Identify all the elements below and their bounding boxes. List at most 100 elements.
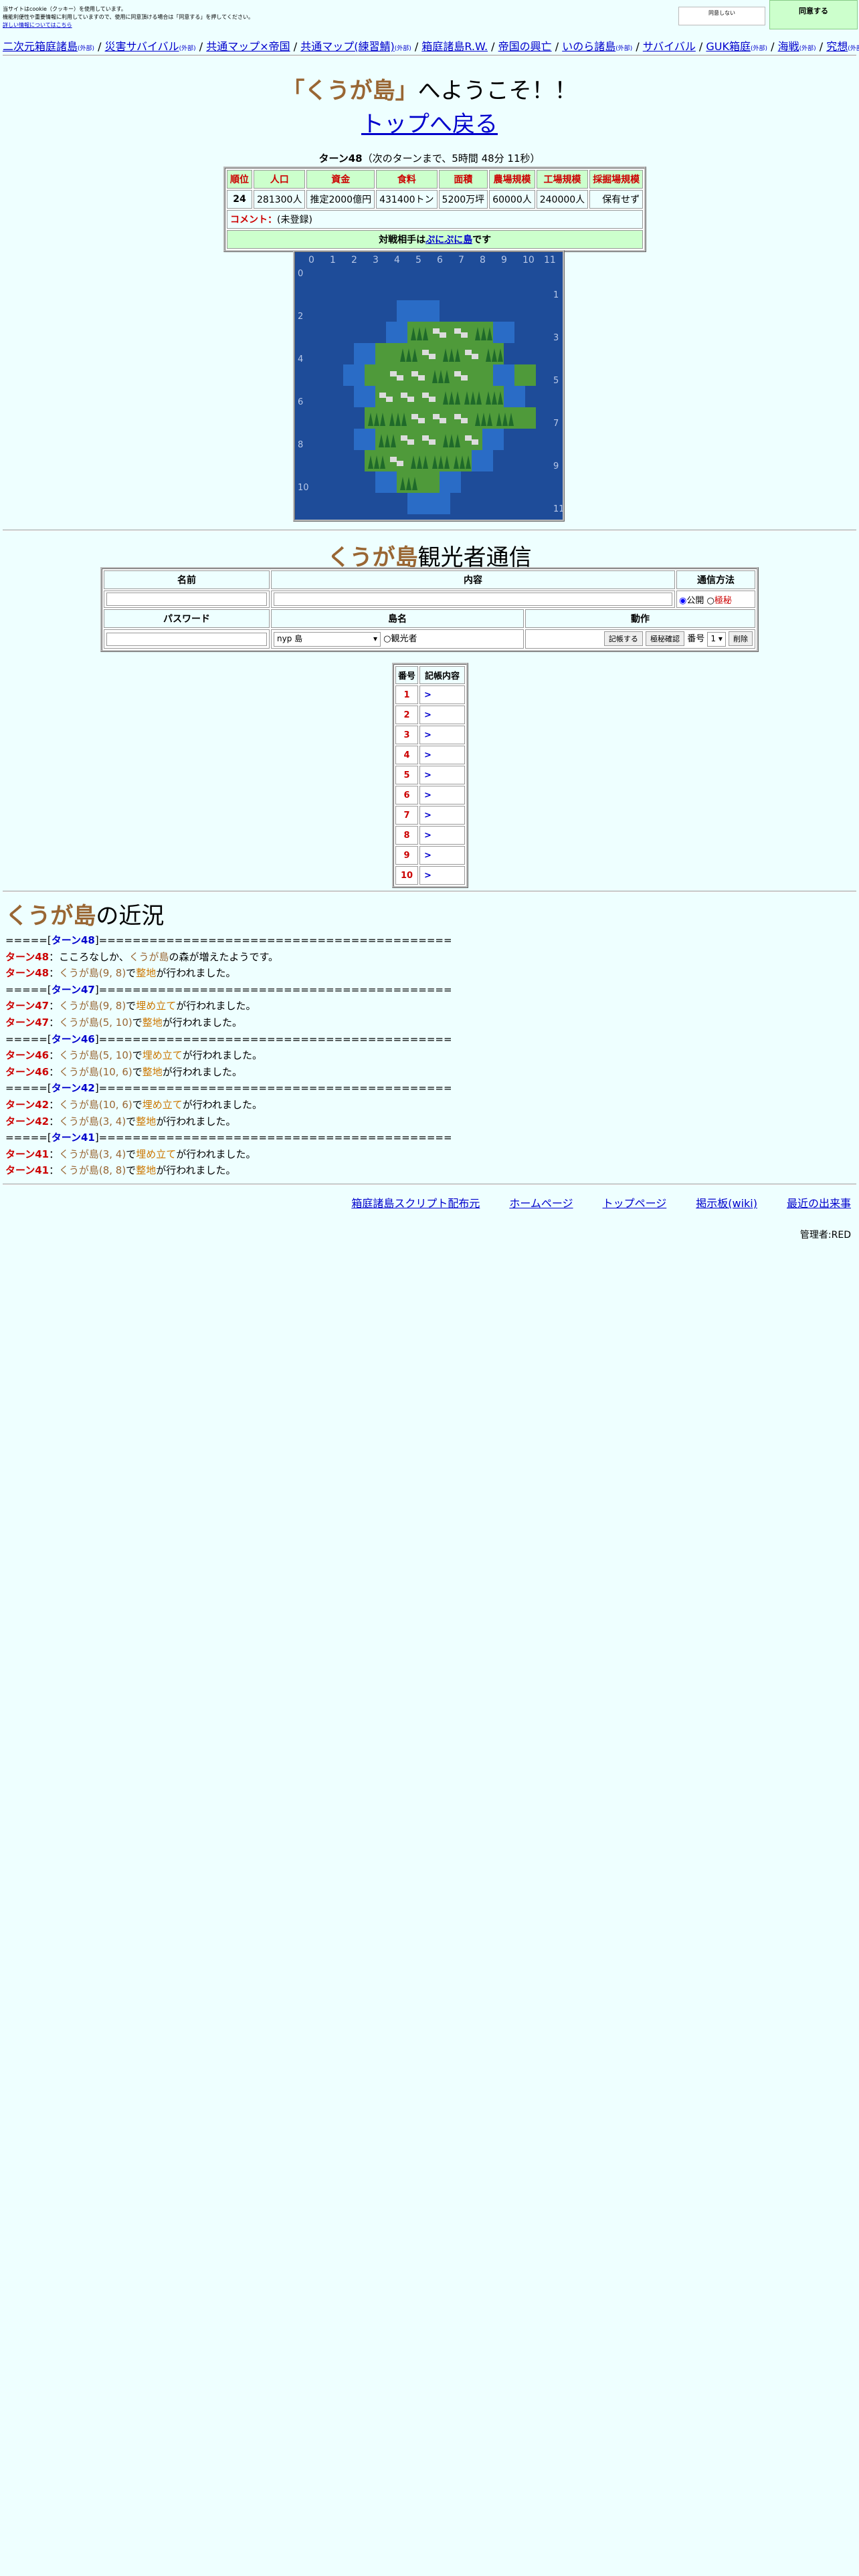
separator-open: =====[ [5, 1082, 52, 1095]
nav-link-tag: (外部) [78, 45, 95, 52]
event-turn: ターン41 [5, 1164, 50, 1177]
event-turn: ターン48 [5, 950, 50, 963]
turn-label: ターン48 [318, 152, 363, 165]
event-turn: ターン42 [5, 1098, 50, 1111]
confirm-secret-button[interactable]: 極秘確認 [646, 631, 685, 646]
radio-secret[interactable]: ○ [707, 596, 714, 606]
nav-strip-obscured [0, 29, 859, 35]
back-to-top-link[interactable]: トップへ戻る [361, 111, 498, 138]
chevron-down-icon: ▾ [718, 634, 723, 643]
map-col-label: 5 [415, 255, 421, 265]
nav-link-tag: (外部) [848, 45, 859, 52]
event-line: ターン42：くうが島(10, 6)で埋め立てが行われました。 [5, 1097, 452, 1113]
log-content: > [419, 726, 465, 744]
plain-tile [514, 407, 536, 429]
footer-links: 箱庭諸島スクリプト配布元 ホームページ トップページ 掲示板(wiki) 最近の出来事 [322, 1194, 851, 1210]
house-icon [411, 414, 418, 419]
password-input[interactable] [106, 632, 267, 646]
event-action: 埋め立て [142, 1049, 183, 1062]
nav-link-tag: (外部) [799, 45, 816, 52]
map-row-label: 5 [553, 376, 559, 386]
footer-link[interactable]: 箱庭諸島スクリプト配布元 [351, 1197, 480, 1210]
event-line: ターン46：くうが島(10, 6)で整地が行われました。 [5, 1064, 452, 1081]
nav-link[interactable]: 究想 [826, 40, 848, 53]
nav-link[interactable]: 共通マップ×帝国 [206, 40, 290, 53]
agree-label: 同意する [799, 7, 828, 15]
divider [3, 55, 856, 56]
log-row: 10 > [395, 866, 465, 885]
log-num: 9 [395, 846, 418, 865]
log-num: 3 [395, 726, 418, 744]
page-title: 「くうが島」へようこそ！！ [0, 72, 859, 105]
event-island: くうが島(9, 8) [59, 967, 126, 980]
shallow-tile [418, 300, 440, 322]
map-row-label: 7 [553, 419, 559, 429]
plain-tile [514, 364, 536, 386]
separator-close: ]=======================================… [94, 983, 452, 996]
delete-button[interactable]: 削除 [729, 631, 753, 646]
island-select[interactable]: nyp 島 ▾ [274, 632, 381, 647]
name-input[interactable] [106, 593, 267, 606]
house-icon [401, 435, 407, 441]
cookie-decline-button[interactable]: 同意しない [678, 7, 765, 25]
house-icon [461, 418, 468, 423]
nav-link[interactable]: GUK箱庭 [706, 40, 751, 53]
nav-link[interactable]: 共通マップ(練習鯖) [300, 40, 395, 53]
plain-tile [365, 364, 386, 386]
opponent-cell: 対戦相手はぷにぷに島です [227, 230, 644, 249]
funds-value: 推定2000億円 [306, 190, 375, 209]
footer-link[interactable]: 最近の出来事 [787, 1197, 851, 1210]
house-icon [422, 350, 429, 355]
shallow-tile [493, 364, 514, 386]
shallow-tile [440, 471, 461, 493]
map-row-label: 2 [298, 312, 303, 322]
event-text: ： [49, 1164, 60, 1177]
nav-link[interactable]: 海戦 [778, 40, 799, 53]
top-link-wrap: トップへ戻る [0, 106, 859, 138]
tourist-form: 名前 内容 通信方法 ◉公開 ○極秘 パスワード 島名 動作 nyp 島 ▾ ○観… [100, 567, 759, 652]
nav-link[interactable]: サバイバル [643, 40, 696, 53]
nav-separator: / [411, 40, 422, 53]
event-text: が行われました。 [156, 967, 236, 980]
shallow-tile [407, 493, 429, 514]
radio-public-label: 公開 [686, 595, 704, 606]
content-input[interactable] [274, 593, 672, 606]
recent-events-log: =====[ ターン48 ]============================… [5, 932, 452, 1179]
event-text: で [132, 1016, 142, 1029]
comment-cell: コメント：(未登録) [227, 210, 644, 229]
cookie-info-link[interactable]: 詳しい情報についてはこちら [3, 21, 254, 29]
separator-close: ]=======================================… [94, 934, 452, 946]
event-text: で [132, 1098, 142, 1111]
log-content: > [419, 806, 465, 825]
tourist-input-row: ◉公開 ○極秘 [104, 591, 755, 608]
shallow-tile [397, 300, 418, 322]
password-cell [104, 629, 270, 649]
cookie-agree-button[interactable]: 同意する [769, 0, 858, 29]
event-island: くうが島(9, 8) [59, 1000, 126, 1012]
opponent-island-link[interactable]: ぷにぷに島 [425, 235, 472, 245]
cookie-text: 当サイトはcookie（クッキー）を使用しています。 機能利便性や重要情報に利用… [3, 5, 254, 29]
nav-link[interactable]: 帝国の興亡 [498, 40, 552, 53]
opponent-row: 対戦相手はぷにぷに島です [227, 230, 644, 249]
shallow-tile [482, 429, 504, 450]
footer-link[interactable]: 掲示板(wiki) [696, 1197, 757, 1210]
nav-link[interactable]: 災害サバイバル [105, 40, 179, 53]
nav-link[interactable]: いのら諸島 [562, 40, 615, 53]
radio-public[interactable]: ◉ [679, 596, 686, 606]
title-island-name: くうが島 [304, 78, 395, 104]
log-header-row: 番号 記帳内容 [395, 666, 465, 684]
map-row-label: 10 [298, 483, 309, 493]
island-map[interactable]: 0 1 2 3 4 5 6 7 8 9 10 11 0 2 4 6 8 10 1 3 5 7 9 11 [293, 250, 565, 522]
map-col-label: 1 [330, 255, 336, 265]
post-button[interactable]: 記帳する [603, 631, 643, 646]
separator-open: =====[ [5, 983, 52, 996]
house-icon [418, 375, 425, 381]
num-select[interactable]: 1 ▾ [707, 632, 726, 647]
nav-link[interactable]: 箱庭諸島R.W. [421, 40, 488, 53]
radio-tourist[interactable]: ○ [383, 634, 391, 644]
footer-link[interactable]: ホームページ [509, 1197, 573, 1210]
map-row-label: 3 [553, 333, 559, 343]
nav-link[interactable]: 二次元箱庭諸島 [3, 40, 78, 53]
map-col-label: 11 [544, 255, 556, 265]
footer-link[interactable]: トップページ [603, 1197, 667, 1210]
